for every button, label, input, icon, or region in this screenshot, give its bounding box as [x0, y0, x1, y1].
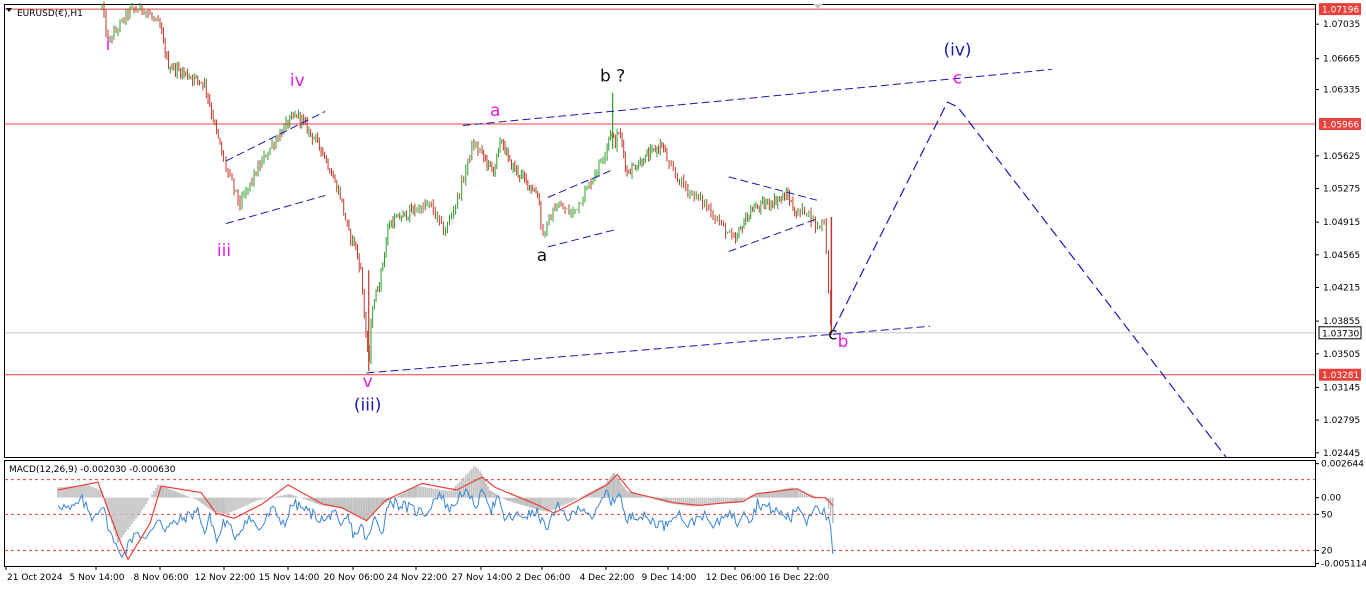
time-tick-label: 12 Dec 06:00	[706, 573, 767, 583]
macd-tick-label: 0.002644	[1321, 460, 1364, 470]
time-tick-label: 21 Oct 2024	[7, 573, 63, 583]
price-tick-label: 1.04215	[1323, 284, 1360, 294]
wave-label: a	[490, 101, 500, 121]
price-tick-label: 1.05625	[1323, 152, 1360, 162]
time-tick-label: 16 Dec 22:00	[769, 573, 830, 583]
current-price-label: 1.03730	[1322, 329, 1359, 339]
wave-label: iii	[217, 241, 231, 261]
price-tick-label: 1.03145	[1323, 383, 1360, 393]
time-tick-label: 24 Nov 22:00	[387, 573, 448, 583]
wave-label: b	[838, 332, 849, 352]
wave-label: v	[363, 372, 373, 392]
level-price-label: 1.07196	[1322, 6, 1359, 16]
wave-label: c	[953, 68, 962, 88]
level-price-label: 1.03281	[1322, 371, 1359, 381]
price-tick-label: 1.07035	[1323, 20, 1360, 30]
time-tick-label: 12 Nov 22:00	[195, 573, 256, 583]
time-tick-label: 27 Nov 14:00	[452, 573, 513, 583]
time-tick-label: 5 Nov 14:00	[70, 573, 125, 583]
time-tick-label: 9 Dec 14:00	[642, 573, 697, 583]
time-tick-label: 20 Nov 06:00	[324, 573, 385, 583]
price-tick-label: 1.02795	[1323, 416, 1360, 426]
chart-title: EURUSD(€),H1	[17, 9, 83, 19]
wave-label: iv	[290, 71, 305, 91]
time-tick-label: 8 Nov 06:00	[134, 573, 189, 583]
wave-label: c	[828, 324, 837, 344]
wave-label: i	[106, 35, 111, 55]
macd-title: MACD(12,26,9) -0.002030 -0.000630	[9, 465, 176, 475]
wave-label: (iii)	[354, 395, 381, 415]
price-tick-label: 1.03855	[1323, 317, 1360, 327]
macd-tick-label: 0.00	[1321, 494, 1341, 504]
wave-label: a	[537, 246, 547, 266]
price-tick-label: 1.06665	[1323, 55, 1360, 65]
macd-tick-label: -0.005114	[1321, 559, 1366, 569]
wave-label: b ?	[600, 67, 625, 87]
level-price-label: 1.05966	[1322, 120, 1359, 130]
time-tick-label: 2 Dec 06:00	[516, 573, 571, 583]
price-tick-label: 1.05275	[1323, 185, 1360, 195]
price-tick-label: 1.04565	[1323, 251, 1360, 261]
eurusd-chart: iiiiivv(iii)aab ?cb(iv)c 1.070351.066651…	[0, 0, 1366, 588]
macd-tick-label: 50	[1321, 510, 1333, 520]
price-tick-label: 1.06335	[1323, 86, 1360, 96]
price-tick-label: 1.03505	[1323, 350, 1360, 360]
time-tick-label: 15 Nov 14:00	[259, 573, 320, 583]
macd-tick-label: 20	[1321, 546, 1333, 556]
time-tick-label: 4 Dec 22:00	[580, 573, 635, 583]
price-tick-label: 1.04915	[1323, 218, 1360, 228]
wave-label: (iv)	[944, 40, 972, 60]
price-tick-label: 1.02445	[1323, 449, 1360, 459]
